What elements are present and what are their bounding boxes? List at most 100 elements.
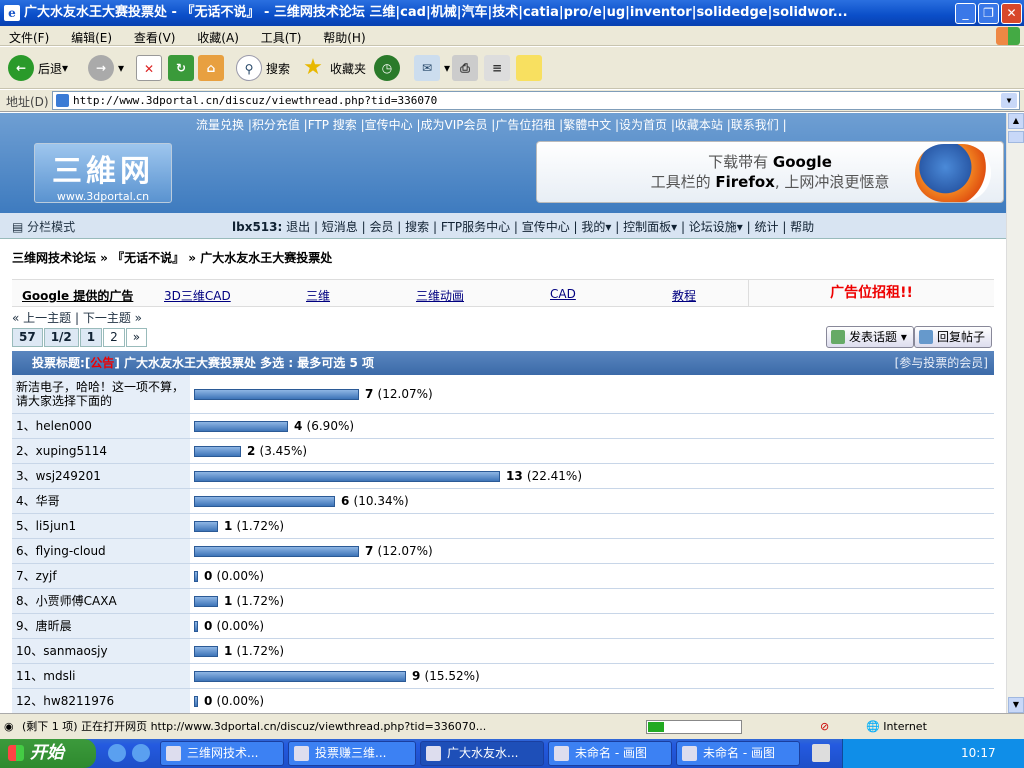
poll-percent: (10.34%)	[353, 494, 409, 508]
home-button[interactable]: ⌂	[198, 53, 228, 83]
scroll-down-icon[interactable]: ▼	[1008, 697, 1024, 713]
history-icon: ◷	[374, 55, 400, 81]
pager-page-2[interactable]: 2	[103, 328, 125, 347]
poll-vote-count: 0 (0.00%)	[204, 619, 264, 633]
security-icon: ⊘	[820, 720, 830, 733]
favorites-button[interactable]: ★ 收藏夹	[300, 53, 366, 83]
vertical-scrollbar[interactable]: ▲ ▼	[1006, 113, 1024, 713]
poll-bar	[194, 645, 218, 657]
poll-vote-count: 9 (15.52%)	[412, 669, 480, 683]
poll-bar	[194, 520, 218, 532]
top-links[interactable]: 流量兑换 |积分充值 |FTP 搜索 |宣传中心 |成为VIP会员 |广告位招租…	[196, 116, 787, 133]
scroll-up-icon[interactable]: ▲	[1008, 113, 1024, 129]
menu-tools[interactable]: 工具(T)	[252, 26, 311, 46]
new-topic-button[interactable]: 发表话题 ▾	[826, 326, 914, 348]
taskbar: 开始 三维网技术... 投票赚三维... 广大水友水... 未命名 - 画图 未…	[0, 739, 1024, 768]
reply-icon	[919, 330, 933, 344]
history-button[interactable]: ◷	[374, 53, 404, 83]
ad-link-3dcad[interactable]: 3D三维CAD	[164, 287, 231, 304]
google-ads-row: Google 提供的广告 3D三维CAD 三维 三维动画 CAD 教程 广告位招…	[12, 279, 994, 307]
pager-current: 1	[79, 328, 103, 347]
ad-rent-link[interactable]: 广告位招租!!	[748, 280, 994, 307]
menu-edit[interactable]: 编辑(E)	[62, 26, 121, 46]
address-bar: 地址(D) http://www.3dportal.cn/discuz/view…	[0, 90, 1024, 112]
paint-task-icon	[554, 746, 569, 761]
address-label: 地址(D)	[6, 95, 49, 109]
ie-icon: e	[4, 5, 20, 21]
menu-bar: 文件(F) 编辑(E) 查看(V) 收藏(A) 工具(T) 帮助(H)	[0, 26, 1024, 46]
taskbar-menu-icon[interactable]	[812, 744, 830, 762]
minimize-button[interactable]: _	[955, 3, 976, 24]
poll-voters-link[interactable]: [参与投票的会员]	[895, 351, 988, 375]
task-button-4[interactable]: 未命名 - 画图	[548, 741, 672, 766]
menu-favorites[interactable]: 收藏(A)	[188, 26, 248, 46]
poll-option-label: 7、zyjf	[12, 564, 190, 588]
task-button-2[interactable]: 投票赚三维...	[288, 741, 416, 766]
poll-percent: (0.00%)	[216, 694, 265, 708]
poll-vote-count: 1 (1.72%)	[224, 594, 284, 608]
status-bar: ◉ (剩下 1 项) 正在打开网页 http://www.3dportal.cn…	[0, 713, 1024, 739]
close-button[interactable]: ✕	[1001, 3, 1022, 24]
poll-vote-count: 6 (10.34%)	[341, 494, 409, 508]
firefox-banner-ad[interactable]: 下载带有 Google 工具栏的 Firefox, 上网冲浪更惬意	[536, 141, 1004, 203]
poll-option-label: 9、唐昕晨	[12, 614, 190, 638]
start-button[interactable]: 开始	[0, 739, 96, 768]
edit-button[interactable]: ≡	[484, 53, 514, 83]
quicklaunch-icon[interactable]	[132, 744, 150, 762]
ad-link-animation[interactable]: 三维动画	[416, 287, 464, 304]
maximize-button[interactable]: ❐	[978, 3, 999, 24]
breadcrumb[interactable]: 三维网技术论坛 » 『无话不说』 » 广大水友水王大赛投票处	[12, 249, 332, 266]
poll-option-label: 11、mdsli	[12, 664, 190, 688]
pager-total: 57	[12, 328, 43, 347]
clock[interactable]: 10:17	[961, 746, 996, 760]
firefox-logo-icon	[915, 144, 991, 202]
back-button[interactable]: ← 后退 ▾	[8, 53, 68, 83]
forward-button[interactable]: → ▾	[88, 53, 124, 83]
poll-bar	[194, 545, 359, 557]
poll-bar	[194, 388, 359, 400]
task-button-5[interactable]: 未命名 - 画图	[676, 741, 800, 766]
prev-next-topic[interactable]: « 上一主题 | 下一主题 »	[12, 309, 142, 326]
poll-bar-wrap: 0 (0.00%)	[194, 569, 264, 583]
address-input[interactable]: http://www.3dportal.cn/discuz/viewthread…	[52, 91, 1020, 110]
menu-view[interactable]: 查看(V)	[125, 26, 185, 46]
poll-option-row: 6、flying-cloud 7 (12.07%)	[12, 539, 994, 564]
forum-navbar: ▤ 分栏模式 lbx513: 退出 | 短消息 | 会员 | 搜索 | FTP服…	[0, 213, 1006, 239]
poll-bar	[194, 495, 335, 507]
poll-vote-count: 0 (0.00%)	[204, 569, 264, 583]
poll-bar	[194, 570, 198, 582]
task-button-1[interactable]: 三维网技术...	[160, 741, 284, 766]
nav-links[interactable]: lbx513: 退出 | 短消息 | 会员 | 搜索 | FTP服务中心 | 宣…	[232, 218, 814, 235]
address-dropdown-icon[interactable]: ▼	[1001, 93, 1017, 108]
messenger-button[interactable]	[516, 53, 546, 83]
reply-button[interactable]: 回复帖子	[914, 326, 993, 348]
poll-bar-wrap: 1 (1.72%)	[194, 519, 284, 533]
poll-option-row: 5、li5jun1 1 (1.72%)	[12, 514, 994, 539]
ad-link-3d[interactable]: 三维	[306, 287, 330, 304]
poll-option-label: 8、小贾师傅CAXA	[12, 589, 190, 613]
paint-task-icon	[682, 746, 697, 761]
poll-percent: (12.07%)	[377, 544, 433, 558]
quicklaunch-ie-icon[interactable]	[108, 744, 126, 762]
print-button[interactable]: ⎙	[452, 53, 482, 83]
stop-button[interactable]: ✕	[136, 53, 166, 83]
scroll-thumb[interactable]	[1008, 131, 1024, 143]
menu-file[interactable]: 文件(F)	[0, 26, 58, 46]
split-mode-link[interactable]: ▤ 分栏模式	[12, 218, 75, 235]
poll-bar	[194, 420, 288, 432]
refresh-button[interactable]: ↻	[168, 53, 198, 83]
task-button-3[interactable]: 广大水友水...	[420, 741, 544, 766]
ad-link-cad[interactable]: CAD	[550, 287, 576, 301]
menu-help[interactable]: 帮助(H)	[314, 26, 374, 46]
mail-button[interactable]: ✉ ▾	[414, 53, 450, 83]
pager-next[interactable]: »	[125, 328, 148, 347]
poll-votes: 6	[341, 494, 350, 508]
poll-bar-wrap: 1 (1.72%)	[194, 644, 284, 658]
poll-options: 新洁电子，哈哈！这一项不算，请大家选择下面的 7 (12.07%) 1、helen0…	[12, 375, 994, 713]
search-button[interactable]: ⚲ 搜索	[236, 53, 290, 83]
poll-bar	[194, 445, 241, 457]
poll-option-row: 10、sanmaosjy 1 (1.72%)	[12, 639, 994, 664]
site-logo[interactable]: 三維网 www.3dportal.cn	[34, 143, 172, 203]
ad-link-tutorial[interactable]: 教程	[672, 287, 696, 304]
poll-votes: 0	[204, 569, 213, 583]
